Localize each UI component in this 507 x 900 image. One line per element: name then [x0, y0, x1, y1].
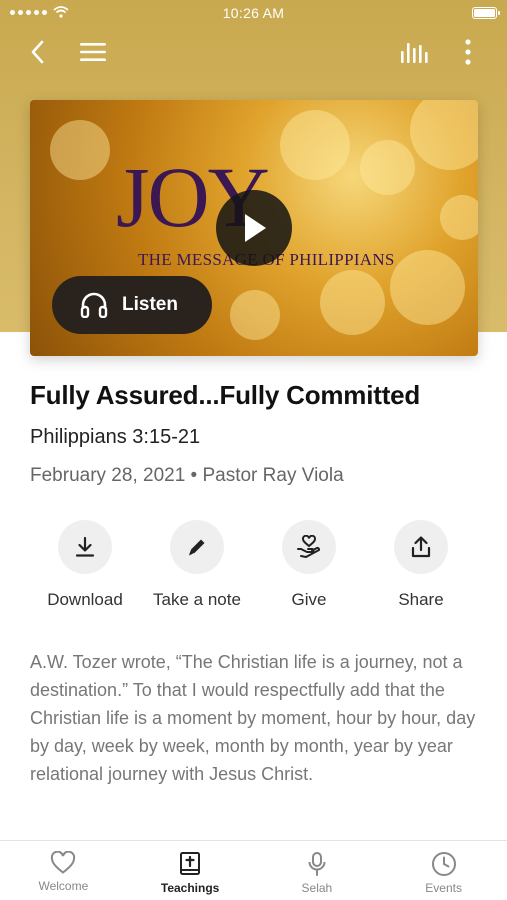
tab-bar: Welcome Teachings Selah Events [0, 840, 507, 900]
share-icon [411, 536, 431, 558]
bible-icon [180, 852, 201, 875]
tab-welcome[interactable]: Welcome [0, 841, 127, 900]
sermon-title: Fully Assured...Fully Committed [30, 380, 421, 410]
give-hand-heart-icon [297, 535, 321, 558]
give-circle [282, 520, 336, 574]
action-row: Download Take a note Give Share [29, 520, 479, 616]
nav-bar [0, 30, 507, 74]
listen-button[interactable]: Listen [52, 276, 212, 334]
tab-teachings[interactable]: Teachings [127, 841, 254, 900]
download-icon [75, 536, 95, 557]
audio-levels-icon [401, 43, 428, 63]
download-button[interactable]: Download [29, 520, 141, 616]
tab-selah[interactable]: Selah [254, 841, 381, 900]
tab-welcome-label: Welcome [38, 879, 89, 893]
download-circle [58, 520, 112, 574]
clock-icon [431, 852, 456, 876]
more-options-button[interactable] [450, 34, 486, 70]
tab-events-label: Events [425, 881, 462, 895]
hamburger-menu-icon [80, 43, 106, 61]
heart-icon [51, 851, 76, 874]
take-note-label: Take a note [153, 590, 241, 609]
back-button[interactable] [20, 34, 56, 70]
download-label: Download [47, 590, 123, 609]
sermon-artwork: JOY THE MESSAGE OF PHILIPPIANS Listen [30, 100, 478, 356]
listen-label: Listen [122, 294, 178, 315]
audio-button[interactable] [396, 34, 432, 70]
play-icon [245, 214, 266, 242]
share-circle [394, 520, 448, 574]
take-note-button[interactable]: Take a note [141, 520, 253, 616]
tab-selah-label: Selah [301, 881, 333, 895]
tab-events[interactable]: Events [380, 841, 507, 900]
share-label: Share [398, 590, 444, 609]
play-button[interactable] [216, 190, 292, 266]
battery-icon [472, 7, 500, 19]
give-label: Give [291, 590, 327, 609]
status-bar: 10:26 AM [0, 0, 507, 28]
status-time: 10:26 AM [222, 5, 285, 21]
chevron-left-icon [31, 40, 44, 64]
pencil-icon [189, 539, 205, 556]
date-speaker: February 28, 2021 • Pastor Ray Viola [30, 465, 344, 486]
menu-button[interactable] [75, 34, 111, 70]
sermon-description: A.W. Tozer wrote, “The Christian life is… [30, 652, 476, 784]
more-vertical-icon [465, 39, 471, 65]
tab-teachings-label: Teachings [160, 881, 220, 895]
microphone-icon [308, 852, 326, 876]
headphones-icon [80, 292, 108, 318]
share-button[interactable]: Share [365, 520, 477, 616]
give-button[interactable]: Give [253, 520, 365, 616]
scripture-reference: Philippians 3:15-21 [30, 426, 201, 448]
take-note-circle [170, 520, 224, 574]
